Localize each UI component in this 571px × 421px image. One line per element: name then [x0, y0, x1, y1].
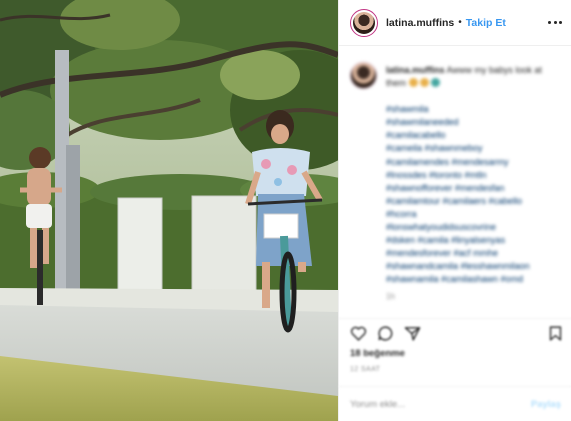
caption-avatar[interactable]	[350, 62, 377, 89]
emoji-icon	[419, 78, 429, 88]
hashtag-line[interactable]: #shawmila	[386, 103, 564, 116]
post-photo[interactable]	[0, 0, 338, 421]
username-link[interactable]: latina.muffins	[386, 17, 454, 29]
post-header: latina.muffins • Takip Et	[339, 0, 571, 46]
hashtag-line[interactable]: #shawnamila #camilashawn #omd	[386, 273, 564, 286]
emoji-icon	[408, 78, 418, 88]
hashtag-line[interactable]: #lnossdes #toronto #mtln	[386, 169, 564, 182]
caption-username[interactable]: latina.muffins	[386, 65, 445, 75]
share-icon[interactable]	[404, 325, 421, 342]
hashtag-line[interactable]: #camilacabello	[386, 129, 564, 142]
hashtag-line[interactable]: #lonswhatyoudidsuscovrine	[386, 221, 564, 234]
caption-text: latina.muffins Awww my babys look at the…	[386, 64, 564, 287]
comment-icon[interactable]	[377, 325, 394, 342]
comment-input[interactable]	[350, 398, 531, 410]
hashtag-line[interactable]: #camilamtour #camilaers #cabello	[386, 195, 564, 208]
more-horizontal-icon[interactable]	[548, 15, 562, 29]
hashtag-line[interactable]: #shawmilaneeded	[386, 116, 564, 129]
bookmark-icon[interactable]	[547, 325, 564, 342]
likes-count[interactable]: 18 beğenme	[350, 348, 405, 359]
avatar[interactable]	[350, 8, 378, 37]
hashtag-line[interactable]: #camilamendes #mendesarmy	[386, 156, 564, 169]
hashtag-line[interactable]: #cameila #shawnmeboy	[386, 142, 564, 155]
comment-box: Paylaş	[339, 386, 571, 421]
post-date: 12 SAAT	[350, 366, 381, 373]
photo-scene	[0, 0, 338, 421]
emoji-icon	[430, 78, 440, 88]
post-comment-button[interactable]: Paylaş	[531, 399, 561, 410]
hashtag-line[interactable]: #mendesforever #acf mmhe	[386, 247, 564, 260]
action-bar	[339, 318, 571, 348]
hashtag-line[interactable]: #hcorra	[386, 208, 564, 221]
hashtag-line[interactable]: #shawnofforever #mendesfan	[386, 182, 564, 195]
caption: latina.muffins Awww my babys look at the…	[350, 58, 562, 308]
post-side-panel: latina.muffins • Takip Et latina.muffins…	[338, 0, 571, 421]
heart-icon[interactable]	[350, 325, 367, 342]
follow-button[interactable]: Takip Et	[466, 17, 506, 29]
avatar-image	[353, 11, 375, 34]
separator-dot: •	[458, 17, 462, 28]
hashtag-line[interactable]: #shawnandcamila #lesshawnmilaon	[386, 260, 564, 273]
caption-time: 1h	[386, 292, 395, 301]
hashtag-line[interactable]: #dsken #camila #linyalsenyas	[386, 234, 564, 247]
